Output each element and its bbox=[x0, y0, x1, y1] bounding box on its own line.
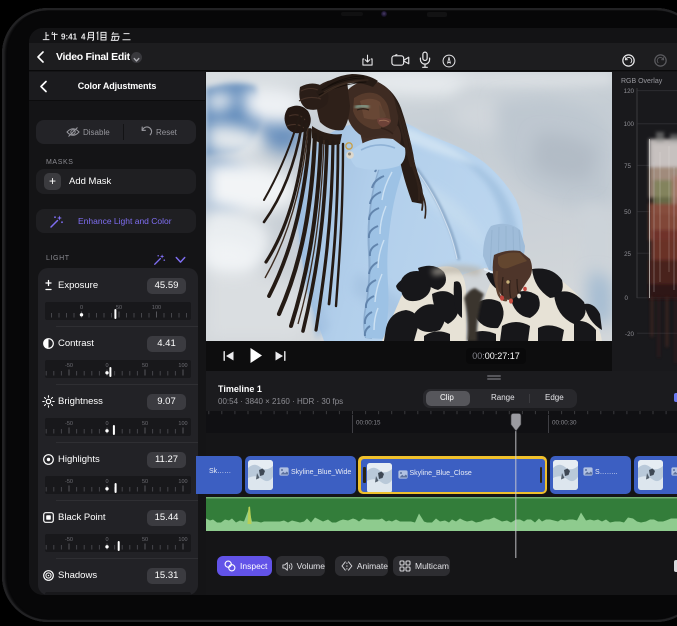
svg-text:50: 50 bbox=[142, 479, 148, 485]
svg-text:50: 50 bbox=[624, 209, 631, 216]
svg-text:-50: -50 bbox=[65, 537, 73, 543]
svg-text:50: 50 bbox=[116, 305, 122, 311]
svg-text:100: 100 bbox=[178, 479, 187, 485]
svg-text:50: 50 bbox=[142, 421, 148, 427]
svg-text:00:00:30: 00:00:30 bbox=[552, 420, 577, 427]
svg-text:100: 100 bbox=[178, 421, 187, 427]
svg-text:0: 0 bbox=[105, 421, 108, 427]
svg-text:75: 75 bbox=[624, 163, 631, 170]
svg-text:9:41: 9:41 bbox=[61, 32, 78, 41]
svg-text:25: 25 bbox=[624, 251, 631, 258]
svg-text:0: 0 bbox=[105, 479, 108, 485]
svg-text:50: 50 bbox=[142, 363, 148, 369]
svg-text:0: 0 bbox=[80, 305, 83, 311]
svg-text:100: 100 bbox=[152, 305, 161, 311]
svg-text:0: 0 bbox=[105, 537, 108, 543]
svg-text:50: 50 bbox=[142, 537, 148, 543]
svg-text:100: 100 bbox=[624, 121, 635, 128]
svg-text:-50: -50 bbox=[65, 421, 73, 427]
svg-text:-50: -50 bbox=[65, 479, 73, 485]
svg-text:-20: -20 bbox=[625, 331, 635, 338]
svg-text:4: 4 bbox=[81, 32, 86, 41]
svg-text:100: 100 bbox=[178, 537, 187, 543]
svg-text:00:00:15: 00:00:15 bbox=[356, 420, 381, 427]
svg-text:100: 100 bbox=[178, 363, 187, 369]
svg-text:0: 0 bbox=[625, 295, 629, 302]
svg-text:120: 120 bbox=[624, 88, 635, 95]
svg-text:0: 0 bbox=[105, 363, 108, 369]
svg-text:-50: -50 bbox=[65, 363, 73, 369]
